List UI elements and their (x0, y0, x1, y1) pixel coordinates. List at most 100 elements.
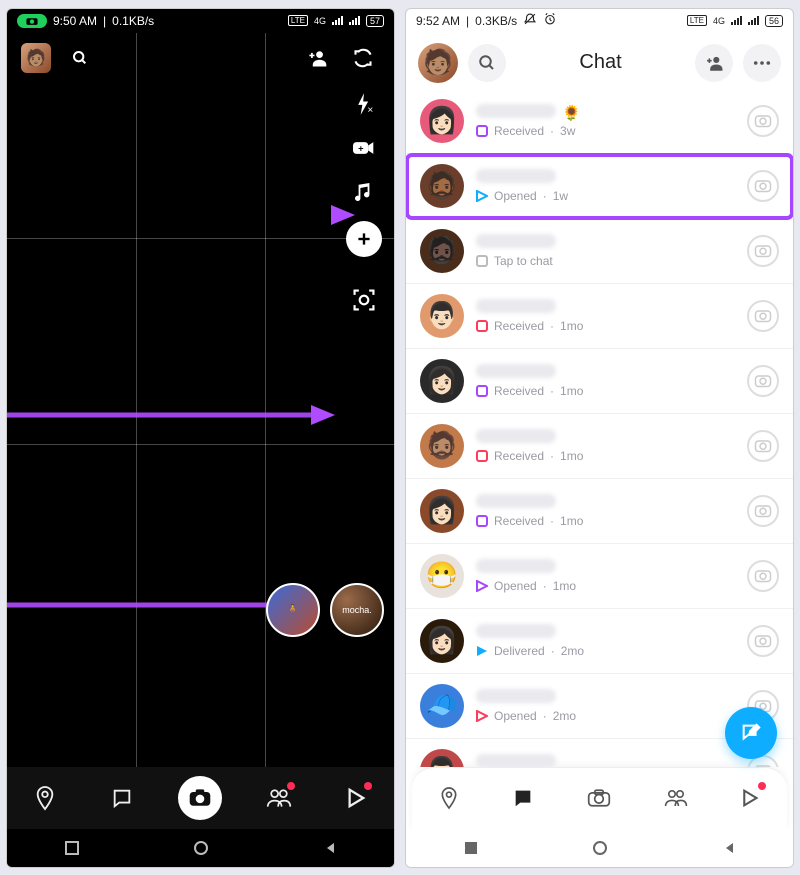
profile-avatar[interactable]: 🧑🏽 (21, 43, 51, 73)
profile-avatar[interactable]: 🧑🏽 (418, 43, 458, 83)
chat-status: Received · 1mo (476, 319, 735, 333)
recents-button[interactable] (62, 838, 82, 858)
search-button[interactable] (63, 41, 97, 75)
chat-row[interactable]: 👩🏻 Delivered · 2mo (406, 609, 793, 674)
nav-stories[interactable] (656, 778, 696, 818)
back-button[interactable] (719, 838, 739, 858)
chat-time: 1mo (553, 579, 576, 593)
chat-status: Received · 1mo (476, 384, 735, 398)
lens-carousel[interactable]: 🧍 mocha. (266, 583, 384, 637)
status-text: Delivered (494, 644, 545, 658)
status-text: Opened (494, 579, 537, 593)
svg-text:×: × (367, 105, 373, 115)
bottom-nav (7, 767, 394, 829)
chat-status: Received · 1mo (476, 514, 735, 528)
chat-avatar[interactable]: 🧔🏽 (420, 424, 464, 468)
nav-spotlight[interactable] (336, 778, 376, 818)
chat-header: 🧑🏽 Chat (406, 33, 793, 89)
send-snap-button[interactable] (747, 300, 779, 332)
chat-status: Delivered · 2mo (476, 644, 735, 658)
chat-row[interactable]: 👩🏻🌻Received · 3w (406, 89, 793, 154)
status-icon (476, 515, 488, 527)
send-snap-button[interactable] (747, 430, 779, 462)
grid-line (7, 444, 394, 445)
android-nav-bar (7, 829, 394, 867)
nav-map[interactable] (25, 778, 65, 818)
chat-row[interactable]: 👨🏻 Received · 1mo (406, 284, 793, 349)
send-snap-button[interactable] (747, 235, 779, 267)
chat-avatar[interactable]: 👩🏻 (420, 359, 464, 403)
nav-camera[interactable] (577, 776, 621, 820)
chat-avatar[interactable]: 👩🏻 (420, 619, 464, 663)
scan-lens-button[interactable] (349, 285, 379, 315)
home-button[interactable] (590, 838, 610, 858)
nav-map[interactable] (429, 778, 469, 818)
chat-row[interactable]: 🧔🏿Tap to chat (406, 219, 793, 284)
add-friend-button[interactable] (300, 41, 334, 75)
chat-avatar[interactable]: 👨🏻 (420, 749, 464, 767)
page-title: Chat (516, 51, 685, 74)
status-sep: | (466, 14, 469, 28)
chat-main: Opened · 1w (476, 169, 735, 203)
new-chat-fab[interactable] (725, 707, 777, 759)
back-button[interactable] (320, 838, 340, 858)
flash-off-button[interactable]: × (349, 89, 379, 119)
video-clip-button[interactable]: + (349, 133, 379, 163)
chat-avatar[interactable]: 👩🏻 (420, 489, 464, 533)
nav-spotlight[interactable] (730, 778, 770, 818)
chat-avatar[interactable]: 🧔🏾 (420, 164, 464, 208)
chat-row[interactable]: 👩🏻 Received · 1mo (406, 349, 793, 414)
send-snap-button[interactable] (747, 625, 779, 657)
notification-dot (364, 782, 372, 790)
flip-camera-button[interactable] (346, 41, 380, 75)
status-icon (476, 580, 488, 592)
add-friend-button[interactable] (695, 44, 733, 82)
chat-row[interactable]: 😷Opened · 1mo (406, 544, 793, 609)
chat-status: Opened · 2mo (476, 709, 735, 723)
status-icon (476, 450, 488, 462)
nav-chat[interactable] (102, 778, 142, 818)
chat-main: Opened · 2mo (476, 689, 735, 723)
chat-main: Received · 1mo (476, 364, 735, 398)
chat-avatar[interactable]: 👨🏻 (420, 294, 464, 338)
nav-camera[interactable] (178, 776, 222, 820)
nav-chat-active[interactable] (503, 778, 543, 818)
annotation-arrow (6, 203, 355, 213)
chat-row[interactable]: 🧔🏾 Opened · 1w (406, 154, 793, 219)
chat-avatar[interactable]: 🧢 (420, 684, 464, 728)
chat-list[interactable]: 👩🏻🌻Received · 3w 🧔🏾 Opened · 1w 🧔🏿Tap to ch… (406, 89, 793, 767)
chat-avatar[interactable]: 🧔🏿 (420, 229, 464, 273)
lens-preview-mocha[interactable]: mocha. (330, 583, 384, 637)
status-net: 0.3KB/s (475, 14, 517, 28)
send-snap-button[interactable] (747, 365, 779, 397)
camera-viewport[interactable]: 🧑🏽 × + (7, 33, 394, 767)
status-icon (476, 645, 488, 657)
status-net: 0.1KB/s (112, 14, 154, 28)
search-button[interactable] (468, 44, 506, 82)
home-button[interactable] (191, 838, 211, 858)
chat-main: Delivered · 2mo (476, 624, 735, 658)
nav-stories[interactable] (259, 778, 299, 818)
chat-row[interactable]: 🧔🏽Received · 1mo (406, 414, 793, 479)
android-nav-bar (406, 829, 793, 867)
camera-toolbar: × + (346, 89, 382, 315)
chat-name (476, 559, 735, 577)
grid-line (7, 238, 394, 239)
notification-dot (758, 782, 766, 790)
lens-preview[interactable]: 🧍 (266, 583, 320, 637)
chat-time: 3w (560, 124, 575, 138)
chat-avatar[interactable]: 👩🏻 (420, 99, 464, 143)
status-text: Received (494, 384, 544, 398)
status-text: Received (494, 124, 544, 138)
more-button[interactable] (743, 44, 781, 82)
recents-button[interactable] (461, 838, 481, 858)
send-snap-button[interactable] (747, 495, 779, 527)
bottom-nav (412, 767, 787, 829)
send-snap-button[interactable] (747, 560, 779, 592)
chat-row[interactable]: 👩🏻 Received · 1mo (406, 479, 793, 544)
send-snap-button[interactable] (747, 170, 779, 202)
chat-name (476, 429, 735, 447)
chat-status: Opened · 1w (476, 189, 735, 203)
send-snap-button[interactable] (747, 105, 779, 137)
chat-avatar[interactable]: 😷 (420, 554, 464, 598)
